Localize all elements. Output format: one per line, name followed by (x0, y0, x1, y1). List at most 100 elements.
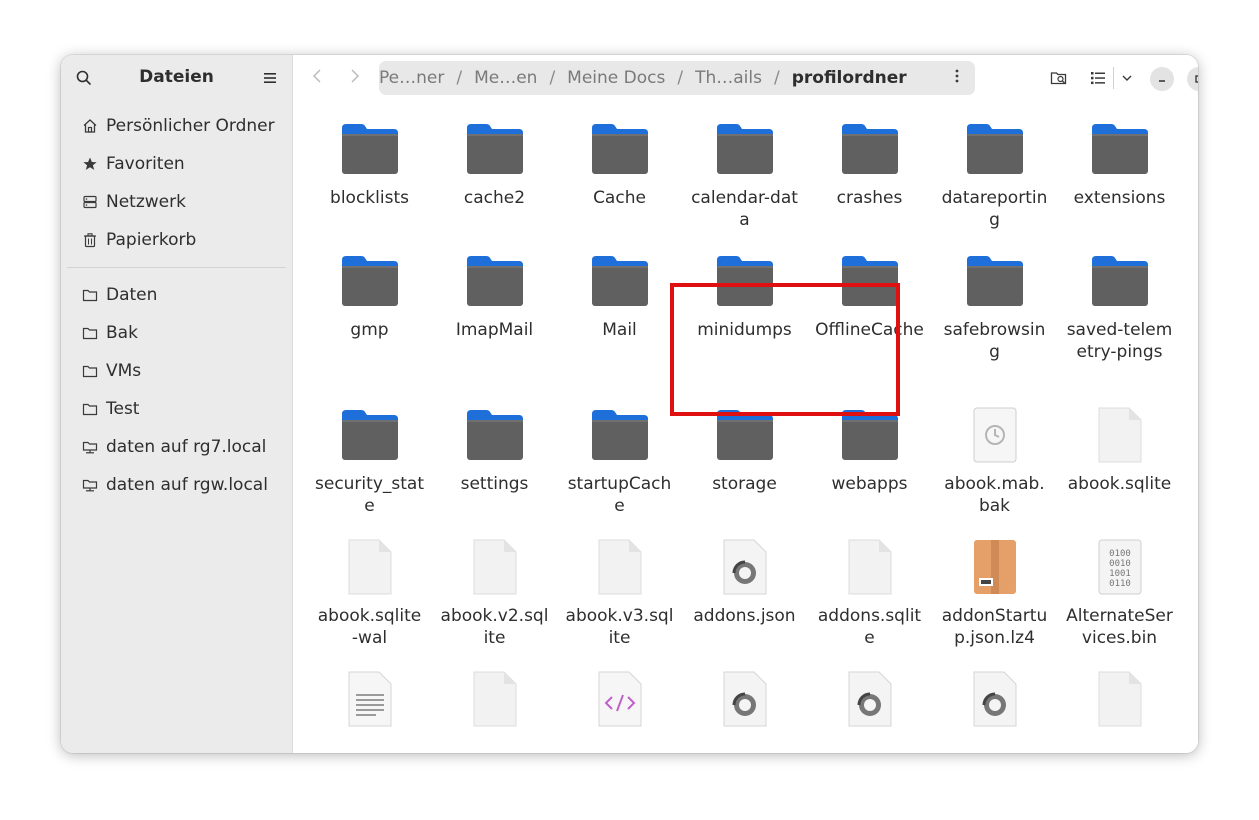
sidebar-item-trash[interactable]: Papierkorb (61, 221, 292, 259)
file-file-icon (1057, 399, 1182, 471)
svg-text:0110: 0110 (1109, 579, 1131, 589)
sidebar-item-label: Persönlicher Ordner (106, 116, 275, 136)
path-segment[interactable]: Meine Docs (567, 68, 665, 88)
folder-icon (1057, 113, 1182, 185)
file-name-label: Cache (593, 188, 646, 208)
file-item[interactable]: abook.sqlite-wal (307, 531, 432, 649)
sidebar-item-favorites[interactable]: Favoriten (61, 145, 292, 183)
sidebar-item-label: VMs (106, 361, 142, 381)
folder-item[interactable]: Cache (557, 113, 682, 209)
path-menu-icon[interactable] (947, 64, 967, 88)
highlight-box (670, 283, 900, 416)
folder-item[interactable]: blocklists (307, 113, 432, 209)
file-item[interactable] (1057, 663, 1182, 737)
file-file-icon (432, 531, 557, 603)
forward-button[interactable] (345, 67, 365, 89)
path-separator: / (456, 68, 463, 88)
file-name-label: settings (460, 474, 529, 494)
file-name-label: blocklists (330, 188, 409, 208)
search-folder-icon[interactable] (1046, 65, 1072, 91)
back-button[interactable] (307, 67, 327, 89)
file-name-label: abook.sqlite (1067, 474, 1172, 494)
file-item[interactable]: addonStartup.json.lz4 (932, 531, 1057, 649)
sidebar-item-network[interactable]: Netzwerk (61, 183, 292, 221)
folder-icon (432, 113, 557, 185)
header-bar: Pe…ner / Me…en / Meine Docs / Th…ails / … (293, 55, 1198, 101)
folder-item[interactable]: startupCache (557, 399, 682, 517)
folder-item[interactable]: saved-telemetry-pings (1057, 245, 1182, 363)
sidebar-header: Dateien (61, 55, 292, 101)
network-folder-icon (81, 476, 99, 494)
sidebar-bookmark-vms[interactable]: VMs (61, 352, 292, 390)
sidebar-item-label: Test (106, 399, 140, 419)
hamburger-menu-icon[interactable] (261, 69, 279, 87)
maximize-button[interactable] (1187, 67, 1198, 91)
archive-file-icon (932, 531, 1057, 603)
folder-item[interactable]: calendar-data (682, 113, 807, 231)
folder-item[interactable]: crashes (807, 113, 932, 209)
sidebar-bookmark-bak[interactable]: Bak (61, 314, 292, 352)
folder-item[interactable]: settings (432, 399, 557, 495)
sidebar-bookmark-rgw[interactable]: daten auf rgw.local (61, 466, 292, 504)
path-current-folder[interactable]: profilordner (792, 68, 907, 88)
folder-item[interactable]: ImapMail (432, 245, 557, 341)
file-item[interactable] (557, 663, 682, 737)
folder-icon (81, 324, 99, 342)
minimize-button[interactable] (1150, 67, 1174, 91)
file-item[interactable] (932, 663, 1057, 737)
folder-icon (682, 113, 807, 185)
folder-item[interactable]: gmp (307, 245, 432, 341)
file-item[interactable]: abook.sqlite (1057, 399, 1182, 495)
file-name-label (807, 735, 932, 737)
sidebar-bookmark-rg7[interactable]: daten auf rg7.local (61, 428, 292, 466)
list-view-icon[interactable] (1085, 65, 1111, 91)
file-item[interactable] (432, 663, 557, 737)
json-file-icon (932, 663, 1057, 735)
app-title: Dateien (139, 67, 214, 87)
sidebar-bookmark-test[interactable]: Test (61, 390, 292, 428)
path-separator: / (773, 68, 780, 88)
path-segment[interactable]: Pe…ner (379, 68, 444, 88)
file-item[interactable] (807, 663, 932, 737)
file-file-icon (807, 531, 932, 603)
folder-item[interactable]: security_state (307, 399, 432, 517)
folder-item[interactable]: Mail (557, 245, 682, 341)
file-item[interactable]: abook.mab.bak (932, 399, 1057, 517)
file-file-icon (1057, 663, 1182, 735)
trash-icon (81, 231, 99, 249)
svg-text:1001: 1001 (1109, 569, 1131, 579)
folder-icon (81, 362, 99, 380)
folder-item[interactable]: safebrowsing (932, 245, 1057, 363)
star-icon (81, 155, 99, 173)
folder-icon (932, 245, 1057, 317)
path-bar: Pe…ner / Me…en / Meine Docs / Th…ails / … (379, 61, 975, 95)
folder-item[interactable]: extensions (1057, 113, 1182, 209)
file-name-label: webapps (831, 474, 908, 494)
chevron-down-icon[interactable] (1114, 65, 1140, 91)
file-name-label: cache2 (463, 188, 526, 208)
file-item[interactable]: abook.v3.sqlite (557, 531, 682, 649)
file-item[interactable]: addons.json (682, 531, 807, 627)
path-segment[interactable]: Me…en (474, 68, 537, 88)
file-item[interactable]: abook.v2.sqlite (432, 531, 557, 649)
file-name-label: abook.mab.bak (944, 474, 1045, 516)
file-file-icon (307, 531, 432, 603)
folder-item[interactable]: cache2 (432, 113, 557, 209)
file-item[interactable] (682, 663, 807, 737)
json-file-icon (682, 663, 807, 735)
file-item[interactable]: 0100 0010 1001 0110 AlternateServices.bin (1057, 531, 1182, 649)
folder-item[interactable]: datareporting (932, 113, 1057, 231)
svg-text:0010: 0010 (1109, 559, 1131, 569)
svg-text:0100: 0100 (1109, 549, 1131, 559)
file-name-label (1057, 735, 1182, 737)
file-item[interactable]: addons.sqlite (807, 531, 932, 649)
folder-icon (557, 245, 682, 317)
sidebar-item-home[interactable]: Persönlicher Ordner (61, 107, 292, 145)
sidebar-item-label: Papierkorb (106, 230, 197, 250)
file-name-label: AlternateServices.bin (1066, 606, 1173, 648)
sidebar-bookmark-daten[interactable]: Daten (61, 276, 292, 314)
path-segment[interactable]: Th…ails (695, 68, 762, 88)
file-item[interactable] (307, 663, 432, 737)
file-name-label: ImapMail (455, 320, 534, 340)
file-name-label: addons.json (693, 606, 796, 626)
